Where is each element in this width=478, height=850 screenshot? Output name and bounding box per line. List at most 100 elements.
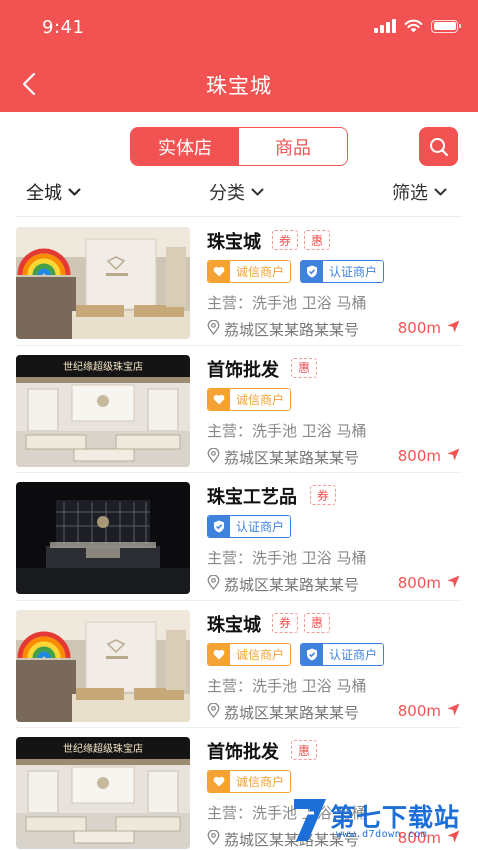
battery-icon: [431, 19, 461, 33]
location-pin-icon: [207, 829, 220, 849]
shop-photo: [16, 227, 190, 339]
discount-tag: 惠: [291, 740, 317, 761]
badge-label: 认证商户: [230, 516, 291, 538]
main-business: 主营：洗手池 卫浴 马桶: [207, 676, 367, 695]
certified-merchant-badge: 认证商户: [207, 515, 292, 539]
shield-check-icon: [208, 516, 230, 538]
address-text: 荔城区某某路某某号: [224, 576, 360, 595]
store-type-segment: 实体店 商品: [130, 127, 348, 166]
certified-merchant-badge: 认证商户: [300, 642, 385, 666]
shop-photo: [16, 609, 190, 722]
shield-check-icon: [301, 643, 324, 665]
category-filter-label: 分类: [209, 183, 245, 204]
address-text: 荔城区某某路某某号: [224, 448, 360, 467]
distance-text: 800m: [397, 701, 441, 720]
shop-list-item[interactable]: 珠宝城券惠诚信商户 认证商户主营：洗手池 卫浴 马桶荔城区某某路某某号 800m: [16, 218, 462, 346]
main-business: 主营：洗手池 卫浴 马桶: [207, 421, 367, 440]
main-business: 主营：洗手池 卫浴 马桶: [207, 294, 367, 312]
badge-label: 诚信商户: [230, 261, 291, 282]
shop-name: 珠宝城: [207, 232, 261, 253]
watermark-logo-icon: [294, 799, 326, 841]
category-filter[interactable]: 分类: [209, 176, 264, 208]
discount-tag: 惠: [291, 357, 317, 378]
merchant-badges: 诚信商户: [207, 387, 292, 411]
badge-label: 诚信商户: [230, 388, 291, 410]
divider: [16, 216, 462, 217]
navigation-icon: [447, 319, 460, 337]
merchant-badges: 诚信商户: [207, 770, 292, 794]
navigation-icon: [447, 447, 460, 465]
heart-icon: [208, 771, 230, 793]
location-pin-icon: [207, 447, 220, 467]
svg-text:世纪缘超级珠宝店: 世纪缘超级珠宝店: [63, 742, 143, 755]
svg-text:世纪缘超级珠宝店: 世纪缘超级珠宝店: [63, 360, 143, 373]
shop-photo: [16, 482, 190, 595]
address-text: 荔城区某某路某某号: [224, 321, 360, 339]
chevron-down-icon: [68, 188, 81, 195]
shop-name: 珠宝城: [207, 614, 261, 636]
shop-list-item[interactable]: 世纪缘超级珠宝店 首饰批发惠诚信商户主营：洗手池 卫浴 马桶荔城区某某路某某号 80…: [16, 346, 462, 474]
shop-tags: 券惠: [272, 612, 330, 633]
address-text: 荔城区某某路某某号: [224, 703, 360, 722]
distance[interactable]: 800m: [398, 447, 460, 465]
filter-bar: 全城 分类 筛选: [0, 176, 478, 210]
search-icon: [429, 137, 448, 156]
site-watermark: 第七下载站 www.d7down.com: [290, 793, 476, 845]
coupon-tag: 券: [272, 612, 298, 633]
badge-label: 诚信商户: [230, 643, 291, 665]
trusted-merchant-badge: 诚信商户: [207, 770, 292, 794]
status-icons: [374, 19, 461, 33]
chevron-down-icon: [434, 188, 447, 195]
shop-list-item[interactable]: 珠宝城券惠诚信商户 认证商户 主营：洗手池 卫浴 马桶 荔城区某某路某某号 800m: [16, 601, 462, 729]
location-pin-icon: [207, 702, 220, 722]
status-time: 9:41: [42, 17, 85, 38]
heart-icon: [208, 643, 230, 665]
certified-merchant-badge: 认证商户: [300, 260, 385, 283]
merchant-badges: 认证商户: [207, 515, 292, 539]
chevron-down-icon: [251, 188, 264, 195]
tab-products[interactable]: 商品: [239, 128, 347, 165]
shop-tags: 惠: [291, 357, 317, 378]
location-pin-icon: [207, 319, 220, 339]
shop-list-item[interactable]: 珠宝工艺品券认证商户 主营：洗手池 卫浴 马桶 荔城区某某路某某号 800m: [16, 473, 462, 601]
shop-list: 珠宝城券惠诚信商户 认证商户 主营：洗手池 卫浴 马桶 荔城区某某路某某号 800m 世纪…: [0, 218, 478, 850]
shop-tags: 券: [310, 485, 336, 506]
search-button[interactable]: [419, 127, 458, 166]
city-filter[interactable]: 全城: [26, 176, 81, 208]
distance[interactable]: 800m: [398, 574, 460, 592]
discount-tag: 惠: [304, 612, 330, 633]
shield-check-icon: [301, 261, 324, 282]
trusted-merchant-badge: 诚信商户: [207, 642, 292, 666]
navigation-icon: [447, 702, 460, 720]
shop-address: 荔城区某某路某某号: [207, 574, 359, 595]
more-filter[interactable]: 筛选: [392, 176, 447, 208]
distance[interactable]: 800m: [398, 319, 460, 337]
heart-icon: [208, 388, 230, 410]
signal-icon: [374, 19, 396, 33]
distance-text: 800m: [397, 319, 441, 337]
shop-tags: 券惠: [272, 230, 330, 250]
top-bar: 9:41 珠宝城: [0, 0, 478, 112]
distance[interactable]: 800m: [398, 702, 460, 720]
merchant-badges: 诚信商户 认证商户: [207, 260, 385, 283]
badge-label: 诚信商户: [230, 771, 291, 793]
shop-photo: 世纪缘超级珠宝店: [16, 354, 190, 467]
shop-name: 珠宝工艺品: [207, 487, 297, 509]
wifi-icon: [404, 19, 423, 33]
tab-physical-store[interactable]: 实体店: [131, 128, 239, 165]
trusted-merchant-badge: 诚信商户: [207, 387, 292, 411]
distance-text: 800m: [397, 446, 441, 465]
distance-text: 800m: [397, 574, 441, 593]
navigation-icon: [447, 574, 460, 592]
more-filter-label: 筛选: [392, 183, 428, 204]
coupon-tag: 券: [310, 485, 336, 506]
page-title: 珠宝城: [206, 74, 272, 98]
badge-label: 认证商户: [323, 643, 384, 665]
shop-tags: 惠: [291, 740, 317, 761]
shop-address: 荔城区某某路某某号: [207, 447, 359, 468]
shop-name: 首饰批发: [207, 359, 279, 381]
watermark-url: www.d7down.com: [336, 829, 428, 840]
shop-address: 荔城区某某路某某号: [207, 319, 359, 340]
coupon-tag: 券: [272, 230, 298, 250]
merchant-badges: 诚信商户 认证商户: [207, 642, 385, 666]
